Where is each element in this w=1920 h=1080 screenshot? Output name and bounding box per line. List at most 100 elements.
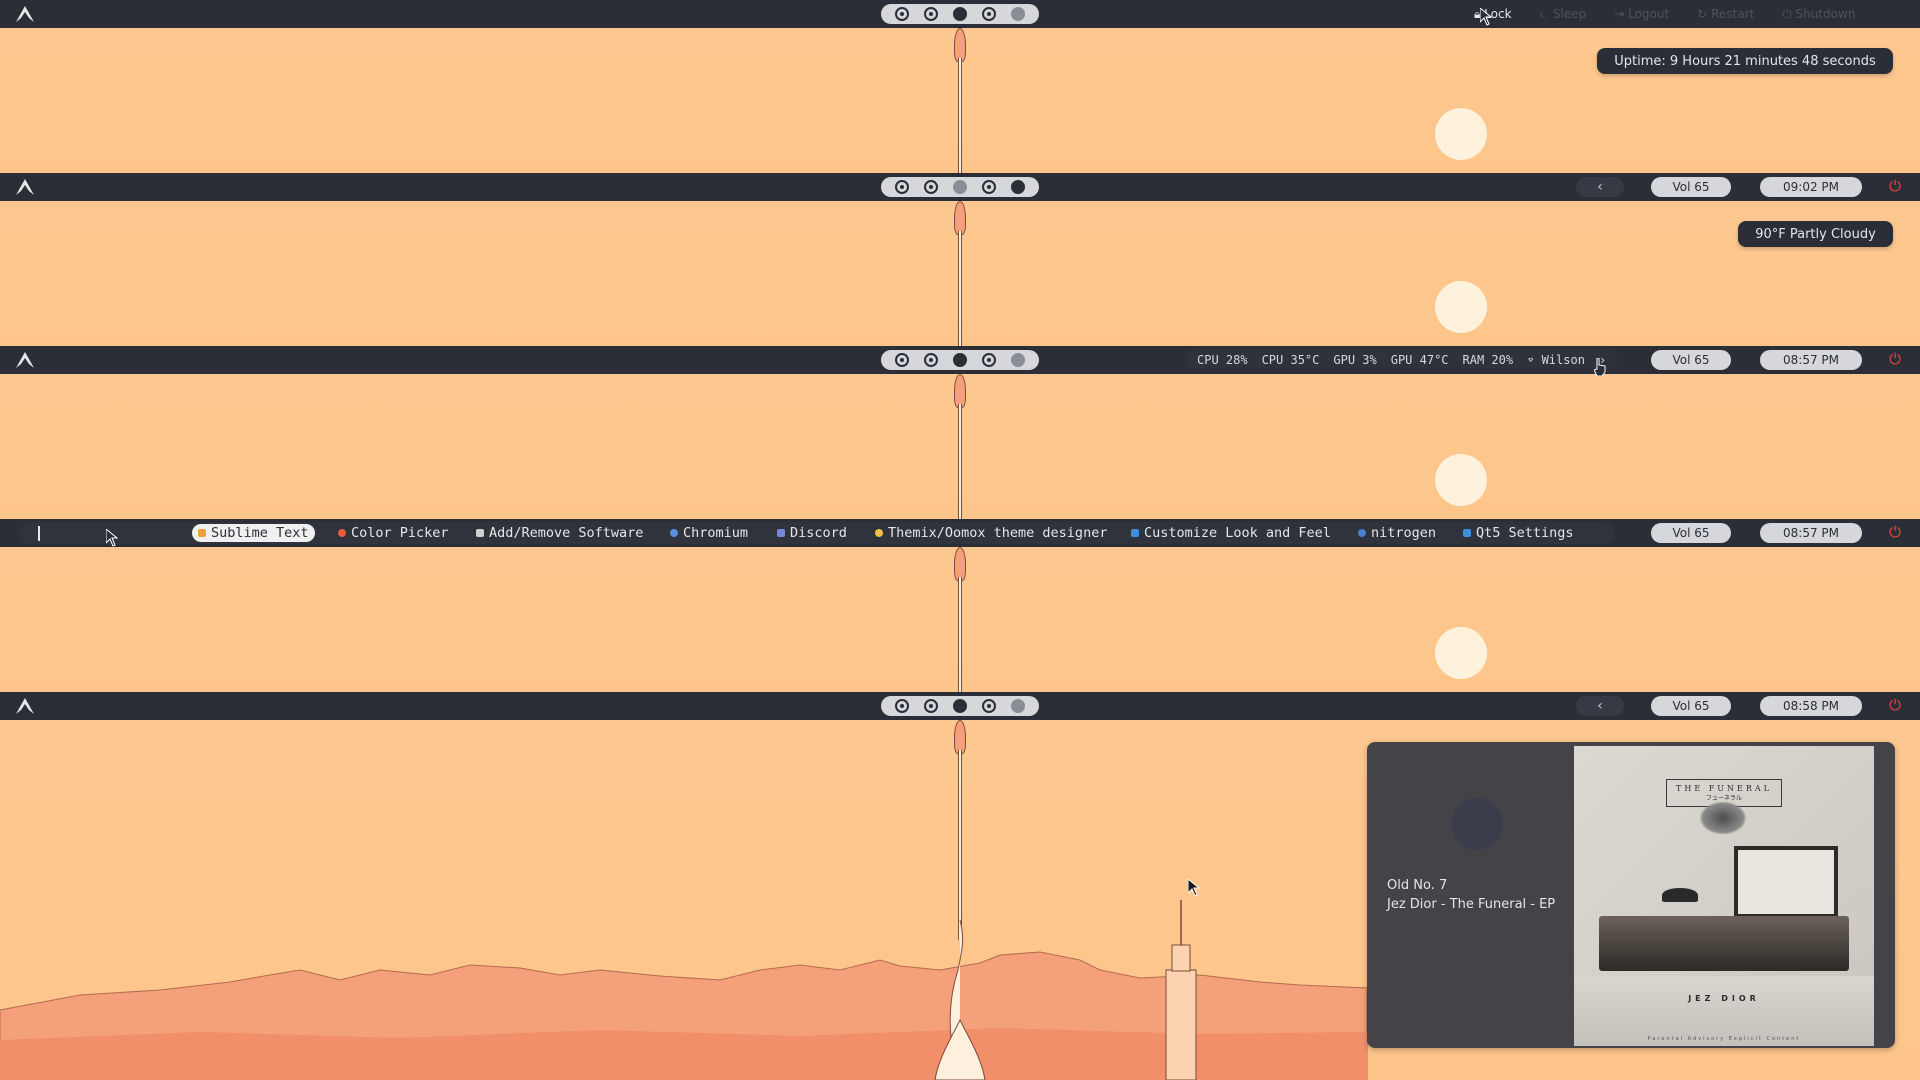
workspace-dot[interactable] bbox=[923, 7, 938, 21]
coffin-drawing bbox=[1599, 916, 1849, 971]
discord-icon bbox=[777, 529, 785, 537]
cover-title: THE FUNERAL bbox=[1676, 784, 1772, 793]
workspace-indicator[interactable] bbox=[881, 4, 1039, 24]
clock-pill[interactable]: 08:57 PM bbox=[1760, 350, 1862, 370]
workspace-indicator[interactable] bbox=[881, 177, 1039, 197]
workspace-dot[interactable] bbox=[1011, 7, 1026, 21]
workspace-dot[interactable] bbox=[894, 699, 909, 713]
expand-stats-button[interactable]: ‹ bbox=[1576, 696, 1624, 716]
rocket-shape bbox=[953, 547, 967, 692]
app-label: Color Picker bbox=[351, 525, 449, 541]
coffin-lid bbox=[1734, 846, 1838, 918]
power-icon[interactable]: ⏻ bbox=[1887, 524, 1903, 540]
app-discord[interactable]: Discord bbox=[771, 524, 853, 542]
workspace-dot[interactable] bbox=[894, 180, 909, 194]
album-cover: THE FUNERAL フューネラル JEZ DIOR Parental Adv… bbox=[1574, 746, 1874, 1046]
workspace-dot[interactable] bbox=[923, 353, 938, 367]
sun-shape bbox=[1435, 281, 1487, 333]
clock-pill[interactable]: 08:58 PM bbox=[1760, 696, 1862, 716]
appearance-icon bbox=[1131, 529, 1139, 537]
clock-pill[interactable]: 09:02 PM bbox=[1760, 177, 1862, 197]
workspace-dot[interactable] bbox=[894, 353, 909, 367]
sun-shape bbox=[1435, 454, 1487, 506]
nitrogen-icon bbox=[1358, 529, 1366, 537]
text-cursor bbox=[38, 526, 40, 541]
shutdown-label: Shutdown bbox=[1795, 6, 1856, 21]
app-label: Add/Remove Software bbox=[489, 525, 644, 541]
workspace-dot-active[interactable] bbox=[952, 699, 967, 713]
session-menu: 🔒︎ Lock ⏾ Sleep ⇥ Logout ↻ Restart ⏻ Shu… bbox=[1460, 0, 1869, 28]
wifi-ssid: Wilson bbox=[1541, 353, 1585, 367]
volume-pill[interactable]: Vol 65 bbox=[1651, 696, 1731, 716]
gpu-usage: GPU 3% bbox=[1333, 353, 1377, 367]
restart-button[interactable]: ↻ Restart bbox=[1683, 7, 1768, 21]
uptime-tooltip: Uptime: 9 Hours 21 minutes 48 seconds bbox=[1597, 48, 1893, 74]
app-label: nitrogen bbox=[1371, 525, 1437, 541]
app-label: Chromium bbox=[683, 525, 749, 541]
top-bar-1: 🔒︎ Lock ⏾ Sleep ⇥ Logout ↻ Restart ⏻ Shu… bbox=[0, 0, 1920, 28]
play-button-placeholder[interactable] bbox=[1451, 798, 1503, 850]
workspace-indicator[interactable] bbox=[881, 350, 1039, 370]
workspace-dot[interactable] bbox=[982, 699, 997, 713]
clock-pill[interactable]: 08:57 PM bbox=[1760, 523, 1862, 543]
app-launcher[interactable]: Sublime Text Color Picker Add/Remove Sof… bbox=[20, 522, 1615, 544]
app-customize-look[interactable]: Customize Look and Feel bbox=[1125, 524, 1337, 542]
wifi-status[interactable]: ⌔ Wilson bbox=[1527, 353, 1585, 367]
app-add-remove-software[interactable]: Add/Remove Software bbox=[470, 524, 649, 542]
volume-pill[interactable]: Vol 65 bbox=[1651, 523, 1731, 543]
power-icon[interactable]: ⏻ bbox=[1887, 697, 1903, 713]
workspace-indicator[interactable] bbox=[881, 696, 1039, 716]
app-label: Discord bbox=[790, 525, 847, 541]
workspace-dot[interactable] bbox=[982, 353, 997, 367]
workspace-dot[interactable] bbox=[1011, 699, 1026, 713]
top-bar-3: CPU 28% CPU 35°C GPU 3% GPU 47°C RAM 20%… bbox=[0, 346, 1920, 374]
power-icon[interactable]: ⏻ bbox=[1887, 178, 1903, 194]
app-themix[interactable]: Themix/Oomox theme designer bbox=[869, 524, 1113, 542]
shutdown-button[interactable]: ⏻ Shutdown bbox=[1768, 7, 1869, 22]
expand-stats-button[interactable]: ‹ bbox=[1576, 177, 1624, 197]
rocket-shape bbox=[953, 201, 967, 346]
app-label: Qt5 Settings bbox=[1476, 525, 1574, 541]
workspace-dot[interactable] bbox=[923, 699, 938, 713]
app-sublime-text[interactable]: Sublime Text bbox=[192, 524, 315, 542]
media-player-popup[interactable]: Old No. 7 Jez Dior - The Funeral - EP TH… bbox=[1367, 742, 1895, 1048]
top-bar-2: ‹ Vol 65 09:02 PM ⏻ bbox=[0, 173, 1920, 201]
package-icon bbox=[476, 529, 484, 537]
app-color-picker[interactable]: Color Picker bbox=[332, 524, 455, 542]
workspace-dot[interactable] bbox=[952, 180, 967, 194]
app-label: Customize Look and Feel bbox=[1144, 525, 1331, 541]
workspace-dot[interactable] bbox=[982, 180, 997, 194]
app-label: Sublime Text bbox=[211, 525, 309, 541]
rocket-shape bbox=[953, 374, 967, 519]
workspace-dot-active[interactable] bbox=[1011, 180, 1026, 194]
logout-label: Logout bbox=[1628, 7, 1670, 21]
arch-logo-icon[interactable] bbox=[16, 698, 34, 714]
logout-button[interactable]: ⇥ Logout bbox=[1600, 7, 1683, 21]
lock-button[interactable]: 🔒︎ Lock bbox=[1460, 7, 1526, 22]
cover-footer: Parental Advisory Explicit Content bbox=[1647, 1036, 1801, 1042]
cpu-temp: CPU 35°C bbox=[1261, 353, 1320, 367]
arch-logo-icon[interactable] bbox=[16, 352, 34, 368]
volume-pill[interactable]: Vol 65 bbox=[1651, 350, 1731, 370]
workspace-dot[interactable] bbox=[982, 7, 997, 21]
workspace-dot[interactable] bbox=[1011, 353, 1026, 367]
workspace-dot[interactable] bbox=[923, 180, 938, 194]
sleep-label: Sleep bbox=[1552, 6, 1587, 21]
workspace-dot[interactable] bbox=[894, 7, 909, 21]
color-picker-icon bbox=[338, 529, 346, 537]
volume-pill[interactable]: Vol 65 bbox=[1651, 177, 1731, 197]
workspace-dot-active[interactable] bbox=[952, 7, 967, 21]
mouse-pointer-icon bbox=[1480, 8, 1492, 26]
app-qt5-settings[interactable]: Qt5 Settings bbox=[1457, 524, 1580, 542]
workspace-dot-active[interactable] bbox=[952, 353, 967, 367]
wifi-icon: ⌔ bbox=[1527, 353, 1535, 367]
arch-logo-icon[interactable] bbox=[16, 6, 34, 22]
app-nitrogen[interactable]: nitrogen bbox=[1352, 524, 1442, 542]
arch-logo-icon[interactable] bbox=[16, 179, 34, 195]
rocket-shape bbox=[953, 28, 967, 173]
restart-label: Restart bbox=[1711, 7, 1755, 21]
power-icon[interactable]: ⏻ bbox=[1887, 351, 1903, 367]
hat-drawing bbox=[1662, 888, 1698, 902]
sleep-button[interactable]: ⏾ Sleep bbox=[1526, 7, 1601, 22]
app-chromium[interactable]: Chromium bbox=[664, 524, 754, 542]
